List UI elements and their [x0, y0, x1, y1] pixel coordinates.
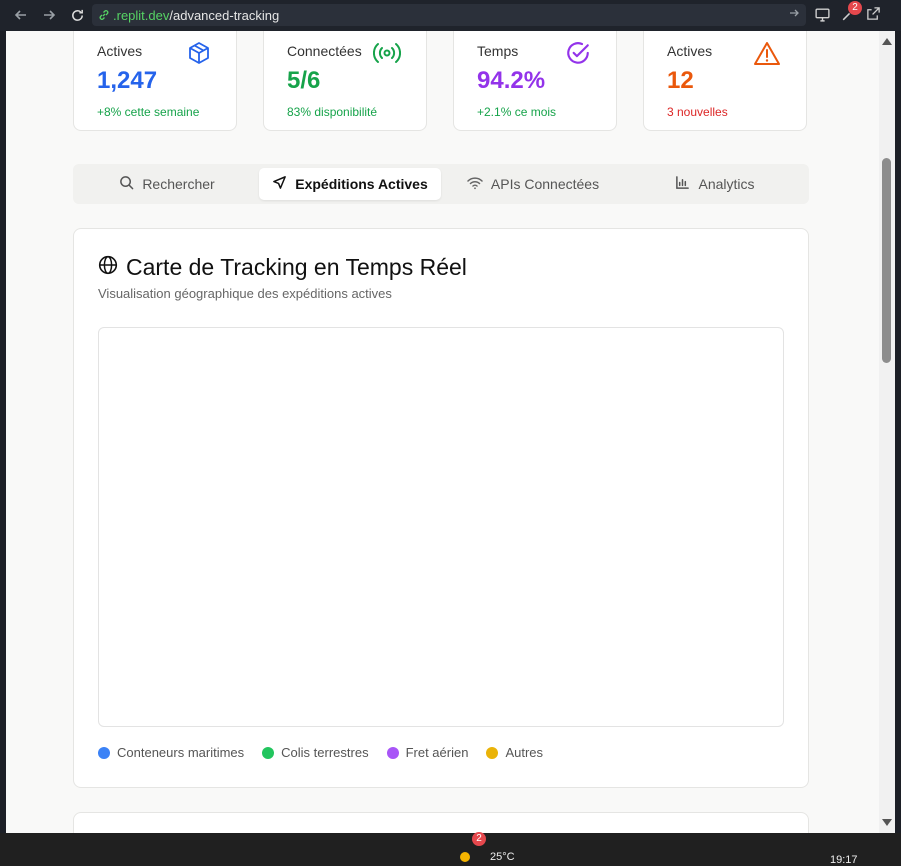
tab-analytics[interactable]: Analytics	[625, 168, 805, 200]
scroll-up-arrow-icon[interactable]	[882, 38, 892, 45]
taskbar-clock[interactable]: 19:17	[830, 854, 858, 866]
stat-card-shipments: Actives 1,247 +8% cette semaine	[73, 31, 237, 131]
bar-chart-icon	[675, 175, 690, 193]
reload-icon[interactable]	[68, 6, 86, 24]
tab-connected-apis[interactable]: APIs Connectées	[443, 168, 623, 200]
stat-card-time: Temps 94.2% +2.1% ce mois	[453, 31, 617, 131]
card-title: Carte de Tracking en Temps Réel	[98, 254, 467, 281]
extensions-wrench-icon[interactable]: 2	[840, 1, 862, 28]
tab-label: Rechercher	[142, 176, 215, 192]
radio-signal-icon	[372, 41, 402, 70]
legend-label: Fret aérien	[405, 745, 469, 760]
legend-item-autres: Autres	[486, 745, 543, 760]
globe-icon	[98, 254, 118, 281]
tab-label: APIs Connectées	[490, 176, 600, 192]
tab-active-shipments[interactable]: Expéditions Actives	[259, 168, 441, 200]
devices-icon[interactable]	[814, 6, 831, 28]
weather-widget[interactable]: 25°C	[460, 851, 515, 863]
legend-item-terrestre: Colis terrestres	[262, 745, 369, 760]
map-title-text: Carte de Tracking en Temps Réel	[126, 254, 467, 280]
os-taskbar: 25°C 2 19:17	[0, 832, 901, 866]
link-icon	[98, 9, 110, 21]
map-canvas[interactable]	[98, 327, 784, 727]
weather-temp: 25°C	[490, 851, 515, 863]
sun-icon	[460, 852, 470, 862]
stat-card-alerts: Actives 12 3 nouvelles	[643, 31, 807, 131]
stat-label: Temps	[477, 43, 519, 59]
back-arrow-icon[interactable]	[12, 6, 30, 24]
search-icon	[119, 175, 134, 193]
warning-triangle-icon	[753, 41, 781, 72]
legend-label: Autres	[505, 745, 544, 760]
tab-search[interactable]: Rechercher	[77, 168, 257, 200]
tab-bar: Rechercher Expéditions Actives APIs Conn…	[73, 164, 809, 204]
scroll-down-arrow-icon[interactable]	[882, 819, 892, 826]
browser-toolbar: .replit.dev/advanced-tracking 2	[0, 0, 901, 31]
stat-sub: +2.1% ce mois	[477, 105, 557, 119]
legend-dot	[262, 746, 275, 759]
card-subtitle: Visualisation géographique des expéditio…	[98, 286, 392, 301]
tab-label: Analytics	[698, 176, 755, 192]
legend-dot	[486, 746, 499, 759]
stat-value: 1,247	[97, 67, 158, 94]
stat-sub: 3 nouvelles	[667, 105, 728, 119]
scrollbar-thumb[interactable]	[882, 158, 891, 363]
stat-value: 12	[667, 67, 694, 94]
legend-label: Conteneurs maritimes	[117, 745, 245, 760]
legend-label: Colis terrestres	[281, 745, 369, 760]
stat-value: 94.2%	[477, 67, 546, 94]
open-external-icon[interactable]	[866, 6, 881, 26]
taskbar-notification-badge: 2	[472, 832, 486, 846]
legend-dot	[386, 746, 399, 759]
navigation-icon	[272, 175, 287, 193]
stat-label: Connectées	[287, 43, 362, 59]
forward-arrow-icon[interactable]	[40, 6, 58, 24]
notification-badge: 2	[848, 1, 862, 15]
map-legend: Conteneurs maritimes Colis terrestres Fr…	[98, 745, 543, 760]
package-icon	[187, 41, 211, 70]
tracking-map-card: Carte de Tracking en Temps Réel Visualis…	[73, 228, 809, 788]
stat-sub: +8% cette semaine	[97, 105, 200, 119]
legend-dot	[98, 746, 110, 759]
stat-value: 5/6	[287, 67, 321, 94]
stat-label: Actives	[667, 43, 713, 59]
legend-item-aerien: Fret aérien	[386, 745, 469, 760]
next-card	[73, 812, 809, 833]
vertical-scrollbar[interactable]	[879, 31, 895, 833]
stat-label: Actives	[97, 43, 143, 59]
go-arrow-icon[interactable]	[788, 7, 800, 22]
stat-card-apis: Connectées 5/6 83% disponibilité	[263, 31, 427, 131]
legend-item-maritime: Conteneurs maritimes	[98, 745, 244, 760]
stat-sub: 83% disponibilité	[287, 105, 378, 119]
address-bar[interactable]: .replit.dev/advanced-tracking	[92, 4, 806, 26]
url-domain: .replit.dev	[113, 7, 170, 23]
check-circle-icon	[565, 41, 591, 72]
wifi-icon	[467, 176, 483, 193]
url-path: /advanced-tracking	[169, 7, 280, 23]
page-viewport: Actives 1,247 +8% cette semaine Connecté…	[6, 31, 895, 833]
tab-label: Expéditions Actives	[295, 176, 428, 192]
